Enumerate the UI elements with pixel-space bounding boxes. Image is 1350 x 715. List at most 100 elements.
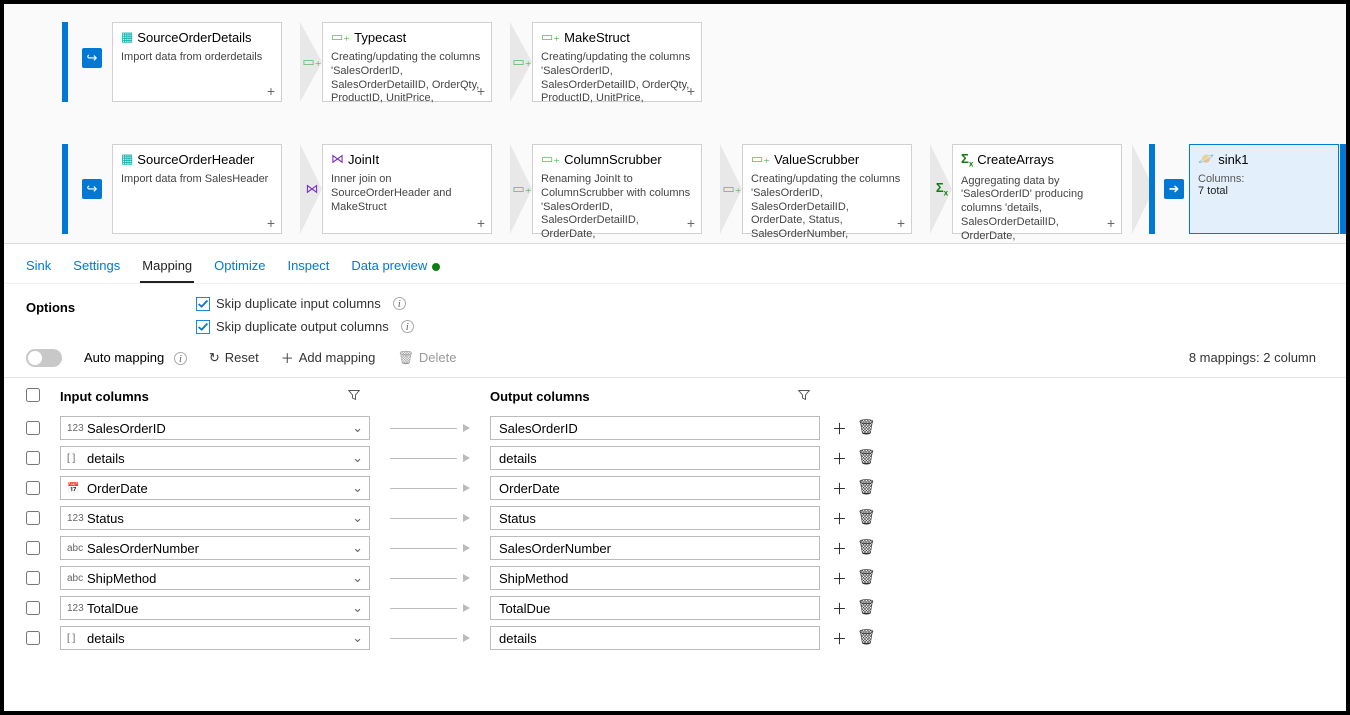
auto-mapping-toggle[interactable] bbox=[26, 349, 62, 367]
input-column-select[interactable]: 📅OrderDate⌄ bbox=[60, 476, 370, 500]
node-SourceOrderDetails[interactable]: ▦SourceOrderDetailsImport data from orde… bbox=[112, 22, 282, 102]
add-mapping-icon[interactable]: ＋ bbox=[832, 598, 847, 619]
row-checkbox[interactable] bbox=[26, 601, 40, 615]
node-Typecast[interactable]: ▭₊TypecastCreating/updating the columns … bbox=[322, 22, 492, 102]
row-checkbox[interactable] bbox=[26, 451, 40, 465]
add-transform-icon[interactable]: + bbox=[477, 215, 485, 231]
node-MakeStruct[interactable]: ▭₊MakeStructCreating/updating the column… bbox=[532, 22, 702, 102]
add-mapping-icon[interactable]: ＋ bbox=[832, 478, 847, 499]
row-checkbox[interactable] bbox=[26, 541, 40, 555]
node-CreateArrays[interactable]: ΣxCreateArraysAggregating data by 'Sales… bbox=[952, 144, 1122, 234]
mapping-row: abcSalesOrderNumber⌄SalesOrderNumber＋🗑 bbox=[26, 533, 1324, 563]
add-transform-icon[interactable]: + bbox=[897, 215, 905, 231]
cosmos-icon: 🪐 bbox=[1198, 151, 1214, 167]
skip-dup-input-checkbox[interactable]: Skip duplicate input columnsi bbox=[196, 296, 414, 311]
sink-columns-label: Columns: bbox=[1198, 173, 1330, 185]
input-column-select[interactable]: abcSalesOrderNumber⌄ bbox=[60, 536, 370, 560]
delete-mapping-icon[interactable]: 🗑 bbox=[857, 538, 876, 559]
reset-button[interactable]: ↻Reset bbox=[209, 350, 259, 366]
add-mapping-icon[interactable]: ＋ bbox=[832, 538, 847, 559]
input-column-select[interactable]: 123SalesOrderID⌄ bbox=[60, 416, 370, 440]
delete-mapping-icon[interactable]: 🗑 bbox=[857, 418, 876, 439]
output-column-input[interactable]: SalesOrderID bbox=[490, 416, 820, 440]
input-column-select[interactable]: abcShipMethod⌄ bbox=[60, 566, 370, 590]
node-JoinIt[interactable]: ⋈JoinItInner join on SourceOrderHeader a… bbox=[322, 144, 492, 234]
info-icon[interactable]: i bbox=[174, 352, 187, 365]
datatype-icon: 123 bbox=[67, 513, 87, 524]
filter-icon[interactable] bbox=[798, 389, 810, 404]
add-mapping-button[interactable]: ＋Add mapping bbox=[281, 348, 376, 367]
row-checkbox[interactable] bbox=[26, 631, 40, 645]
datatype-icon: abc bbox=[67, 543, 87, 554]
add-mapping-icon[interactable]: ＋ bbox=[832, 628, 847, 649]
input-column-select[interactable]: 123TotalDue⌄ bbox=[60, 596, 370, 620]
output-column-input[interactable]: details bbox=[490, 626, 820, 650]
filter-icon[interactable] bbox=[348, 389, 360, 404]
plus-icon: ＋ bbox=[281, 348, 294, 367]
node-ColumnScrubber[interactable]: ▭₊ColumnScrubberRenaming JoinIt to Colum… bbox=[532, 144, 702, 234]
delete-mapping-icon[interactable]: 🗑 bbox=[857, 448, 876, 469]
transform-icon: ⋈ bbox=[304, 181, 320, 197]
output-column-input[interactable]: OrderDate bbox=[490, 476, 820, 500]
node-desc: Renaming JoinIt to ColumnScrubber with c… bbox=[541, 173, 693, 242]
tab-mapping[interactable]: Mapping bbox=[140, 254, 194, 283]
row-checkbox[interactable] bbox=[26, 421, 40, 435]
node-title: Typecast bbox=[354, 30, 406, 45]
preview-status-dot bbox=[432, 263, 440, 271]
add-transform-icon[interactable]: + bbox=[687, 215, 695, 231]
skip-dup-output-checkbox[interactable]: Skip duplicate output columnsi bbox=[196, 319, 414, 334]
add-transform-icon[interactable]: + bbox=[687, 83, 695, 99]
add-transform-icon[interactable]: + bbox=[267, 215, 275, 231]
options-label: Options bbox=[26, 296, 166, 315]
output-column-input[interactable]: ShipMethod bbox=[490, 566, 820, 590]
datatype-icon: [ ] bbox=[67, 453, 87, 464]
add-mapping-icon[interactable]: ＋ bbox=[832, 508, 847, 529]
node-sink1[interactable]: 🪐sink1 Columns: 7 total bbox=[1189, 144, 1339, 234]
dataflow-canvas[interactable]: ↪ ▦SourceOrderDetailsImport data from or… bbox=[4, 4, 1346, 244]
output-column-input[interactable]: details bbox=[490, 446, 820, 470]
mapping-arrow bbox=[370, 484, 490, 492]
delete-mapping-icon[interactable]: 🗑 bbox=[857, 628, 876, 649]
delete-mapping-icon[interactable]: 🗑 bbox=[857, 598, 876, 619]
output-column-input[interactable]: SalesOrderNumber bbox=[490, 536, 820, 560]
delete-button[interactable]: 🗑Delete bbox=[397, 350, 456, 366]
add-mapping-icon[interactable]: ＋ bbox=[832, 568, 847, 589]
input-column-name: OrderDate bbox=[87, 481, 352, 496]
output-column-input[interactable]: Status bbox=[490, 506, 820, 530]
tab-data-preview[interactable]: Data preview bbox=[349, 254, 442, 283]
add-transform-icon[interactable]: + bbox=[477, 83, 485, 99]
input-column-select[interactable]: [ ]details⌄ bbox=[60, 626, 370, 650]
output-column-name: details bbox=[499, 631, 537, 646]
output-column-input[interactable]: TotalDue bbox=[490, 596, 820, 620]
tab-settings[interactable]: Settings bbox=[71, 254, 122, 283]
info-icon[interactable]: i bbox=[401, 320, 414, 333]
delete-mapping-icon[interactable]: 🗑 bbox=[857, 508, 876, 529]
tab-sink[interactable]: Sink bbox=[24, 254, 53, 283]
select-all-checkbox[interactable] bbox=[26, 388, 40, 402]
input-column-select[interactable]: [ ]details⌄ bbox=[60, 446, 370, 470]
input-column-select[interactable]: 123Status⌄ bbox=[60, 506, 370, 530]
input-column-name: SalesOrderNumber bbox=[87, 541, 352, 556]
add-mapping-icon[interactable]: ＋ bbox=[832, 448, 847, 469]
transform-icon: ▭₊ bbox=[514, 54, 530, 70]
node-desc: Import data from orderdetails bbox=[121, 51, 273, 65]
input-column-name: SalesOrderID bbox=[87, 421, 352, 436]
delete-mapping-icon[interactable]: 🗑 bbox=[857, 478, 876, 499]
input-column-name: ShipMethod bbox=[87, 571, 352, 586]
node-SourceOrderHeader[interactable]: ▦SourceOrderHeaderImport data from Sales… bbox=[112, 144, 282, 234]
output-column-name: SalesOrderID bbox=[499, 421, 578, 436]
transform-icon: Σx bbox=[934, 181, 950, 197]
tab-optimize[interactable]: Optimize bbox=[212, 254, 267, 283]
row-checkbox[interactable] bbox=[26, 481, 40, 495]
add-transform-icon[interactable]: + bbox=[267, 83, 275, 99]
tab-inspect[interactable]: Inspect bbox=[285, 254, 331, 283]
node-ValueScrubber[interactable]: ▭₊ValueScrubberCreating/updating the col… bbox=[742, 144, 912, 234]
chevron-down-icon: ⌄ bbox=[352, 420, 363, 436]
info-icon[interactable]: i bbox=[393, 297, 406, 310]
row-checkbox[interactable] bbox=[26, 511, 40, 525]
row-checkbox[interactable] bbox=[26, 571, 40, 585]
add-mapping-icon[interactable]: ＋ bbox=[832, 418, 847, 439]
datatype-icon: 123 bbox=[67, 423, 87, 434]
delete-mapping-icon[interactable]: 🗑 bbox=[857, 568, 876, 589]
add-transform-icon[interactable]: + bbox=[1107, 215, 1115, 231]
